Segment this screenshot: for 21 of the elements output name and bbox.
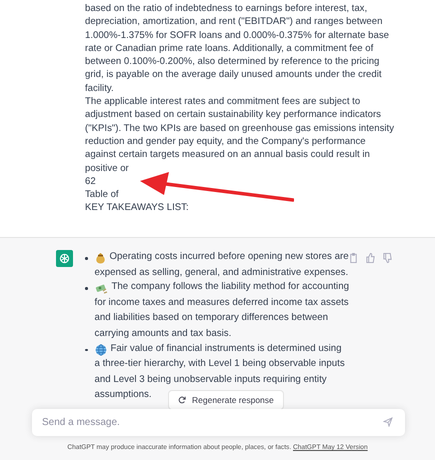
emoji-icon <box>94 344 106 356</box>
bullet-icon <box>85 257 88 260</box>
thumbs-down-icon[interactable] <box>382 252 393 264</box>
message-text: KEY TAKEAWAYS LIST: <box>85 201 190 215</box>
assistant-avatar <box>56 250 73 267</box>
copy-icon[interactable] <box>348 252 359 264</box>
bullet-text: Operating costs incurred before opening new stores are expensed as selling, general, and administrative expenses. <box>94 250 349 280</box>
message-text: Table of <box>85 188 120 202</box>
emoji-icon <box>94 252 106 264</box>
message-text: based on the ratio of indebtedness to earnings before interest, tax, depreciation, amortization, and rent ("EBITDAR") and ranges between 1.000%-1.375% for SOFR loans and 0.000%-0.375% for alternate base rate or Canadian prime rate loans. Additionally, a commitment fee of between 0.100%-0.200%, also determined by reference to the pricing grid, is payable on the average daily unused amounts under the credit facility. <box>85 2 390 96</box>
regenerate-button[interactable]: Regenerate response <box>168 390 284 410</box>
message-text: The applicable interest rates and commitment fees are subject to adjustment based on certain sustainability key performance indicators ("KPIs"). The two KPIs are based on greenhouse gas emissions intensity reduction and gender pay equity, and the Company's performance against certain targets measured on an annual basis could result in positive or <box>85 95 395 175</box>
thumbs-up-icon[interactable] <box>365 252 376 264</box>
message-text: 62 <box>85 174 97 188</box>
bullet-icon <box>85 287 88 290</box>
message-field[interactable]: Send a message. <box>32 409 405 436</box>
bullet-text: The company follows the liability method for accounting for income taxes and measures deferred income tax assets and liabilities based on temporary differences between carrying amounts and tax basis. <box>94 280 349 341</box>
refresh-icon <box>178 396 186 404</box>
emoji-icon <box>94 283 108 294</box>
bullet-icon <box>85 348 88 352</box>
send-icon[interactable] <box>383 417 393 427</box>
